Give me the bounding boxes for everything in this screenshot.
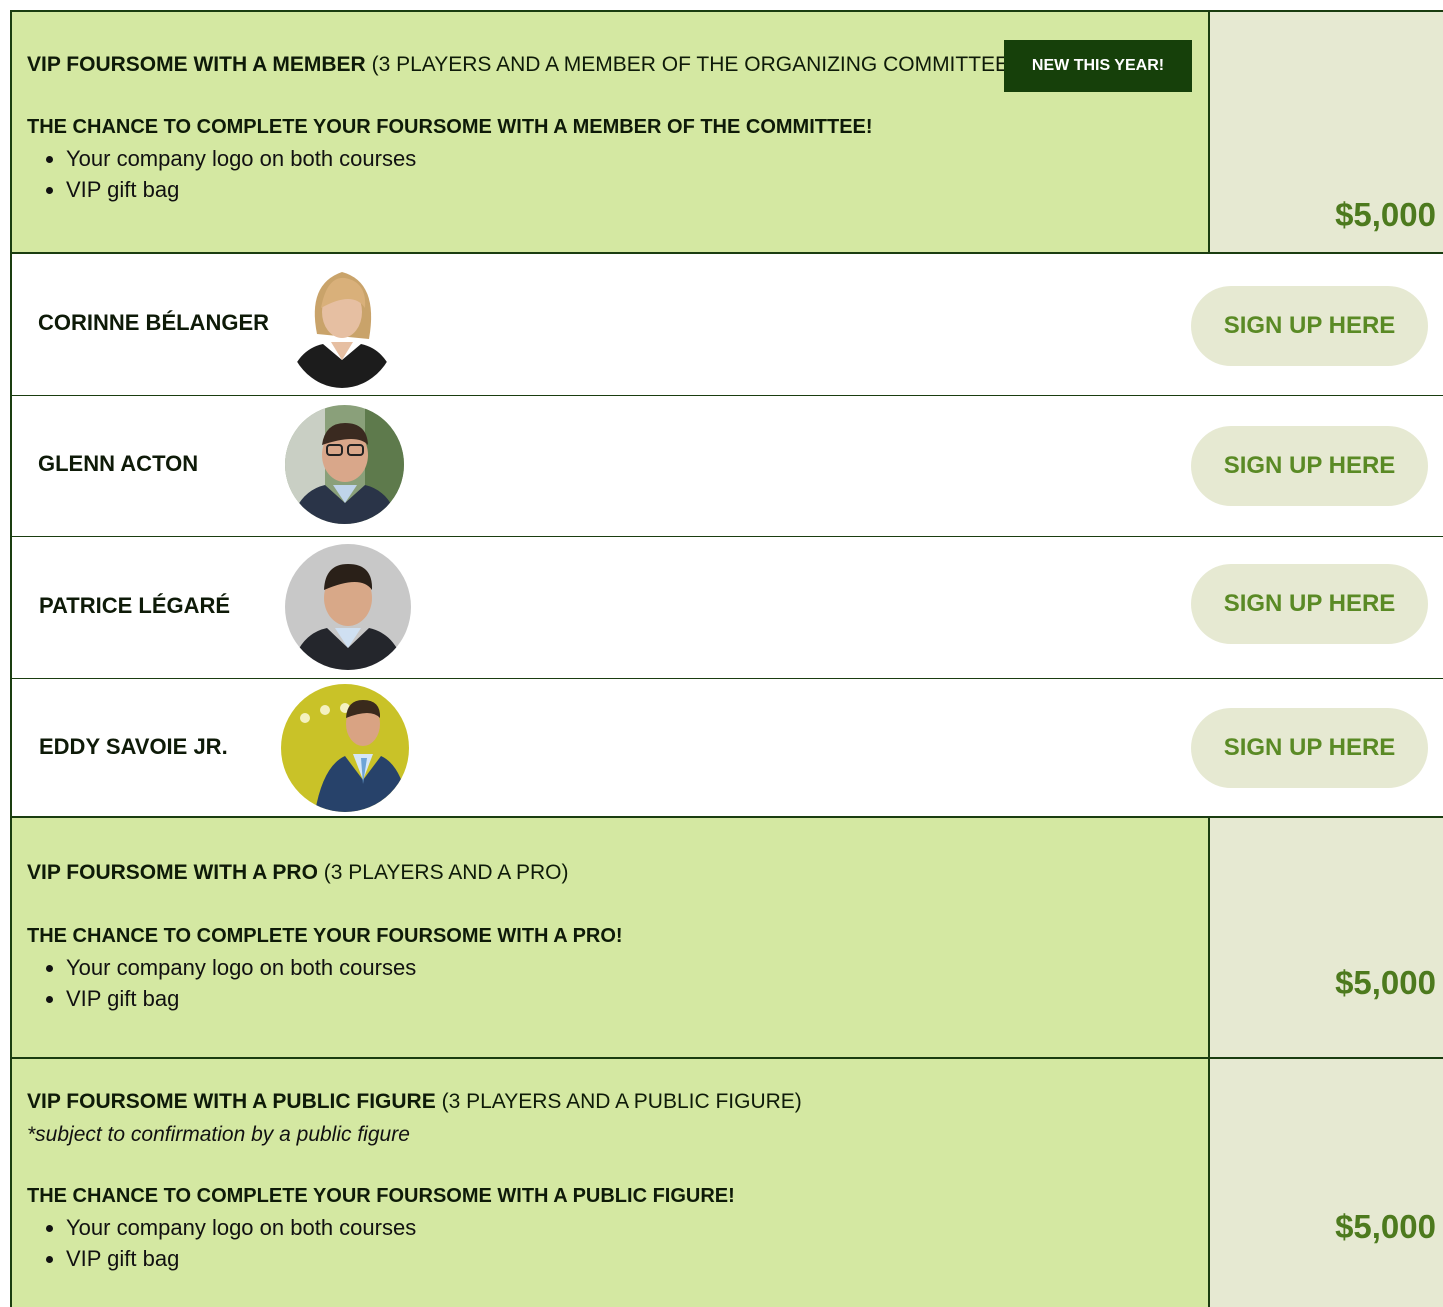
- package-pro-title-suffix: (3 PLAYERS AND A PRO): [323, 861, 569, 884]
- package-public-figure-title: VIP FOURSOME WITH A PUBLIC FIGURE (3 PLA…: [27, 1090, 802, 1114]
- perk-item: VIP gift bag: [66, 1243, 726, 1274]
- package-public-figure-subtitle: THE CHANCE TO COMPLETE YOUR FOURSOME WIT…: [27, 1185, 735, 1207]
- package-member-title-suffix: (3 PLAYERS AND A MEMBER OF THE ORGANIZIN…: [371, 53, 1017, 76]
- package-pro-price-cell: [1208, 816, 1443, 1059]
- member-name-corinne: CORINNE BÉLANGER: [38, 310, 270, 335]
- package-pro-perks: Your company logo on both courses VIP gi…: [26, 952, 726, 1014]
- package-pro-title-bold: VIP FOURSOME WITH A PRO: [27, 861, 318, 884]
- package-member-title: VIP FOURSOME WITH A MEMBER (3 PLAYERS AN…: [27, 53, 1016, 77]
- member-photo-corinne: [287, 264, 397, 388]
- package-public-figure-title-bold: VIP FOURSOME WITH A PUBLIC FIGURE: [27, 1090, 436, 1113]
- member-photo-eddy: [281, 684, 409, 812]
- perk-item: Your company logo on both courses: [66, 952, 726, 983]
- perk-item: VIP gift bag: [66, 983, 726, 1014]
- package-public-figure-perks: Your company logo on both courses VIP gi…: [26, 1212, 726, 1274]
- package-pro-title: VIP FOURSOME WITH A PRO (3 PLAYERS AND A…: [27, 861, 568, 885]
- signup-button-glenn[interactable]: SIGN UP HERE: [1191, 426, 1428, 506]
- package-pro-price: $5,000: [1335, 964, 1436, 1001]
- package-member-title-bold: VIP FOURSOME WITH A MEMBER: [27, 53, 366, 76]
- package-public-figure-title-suffix: (3 PLAYERS AND A PUBLIC FIGURE): [441, 1090, 802, 1113]
- package-member-subtitle: THE CHANCE TO COMPLETE YOUR FOURSOME WIT…: [27, 116, 873, 138]
- perk-item: Your company logo on both courses: [66, 143, 726, 174]
- member-photo-glenn: [285, 405, 404, 524]
- signup-button-corinne[interactable]: SIGN UP HERE: [1191, 286, 1428, 366]
- new-this-year-badge: NEW THIS YEAR!: [1004, 40, 1192, 92]
- signup-button-patrice[interactable]: SIGN UP HERE: [1191, 564, 1428, 644]
- member-name-eddy: EDDY SAVOIE JR.: [39, 734, 228, 759]
- signup-button-eddy[interactable]: SIGN UP HERE: [1191, 708, 1428, 788]
- perk-item: Your company logo on both courses: [66, 1212, 726, 1243]
- member-name-patrice: PATRICE LÉGARÉ: [39, 593, 231, 618]
- package-public-figure-price-cell: [1208, 1057, 1443, 1307]
- package-public-figure-note: *subject to confirmation by a public fig…: [27, 1123, 410, 1146]
- member-photo-patrice: [285, 544, 411, 670]
- package-member-perks: Your company logo on both courses VIP gi…: [26, 143, 726, 205]
- package-public-figure-price: $5,000: [1335, 1208, 1436, 1245]
- package-pro-subtitle: THE CHANCE TO COMPLETE YOUR FOURSOME WIT…: [27, 925, 623, 947]
- member-name-glenn: GLENN ACTON: [38, 451, 199, 476]
- perk-item: VIP gift bag: [66, 174, 726, 205]
- package-member-price: $5,000: [1335, 196, 1436, 233]
